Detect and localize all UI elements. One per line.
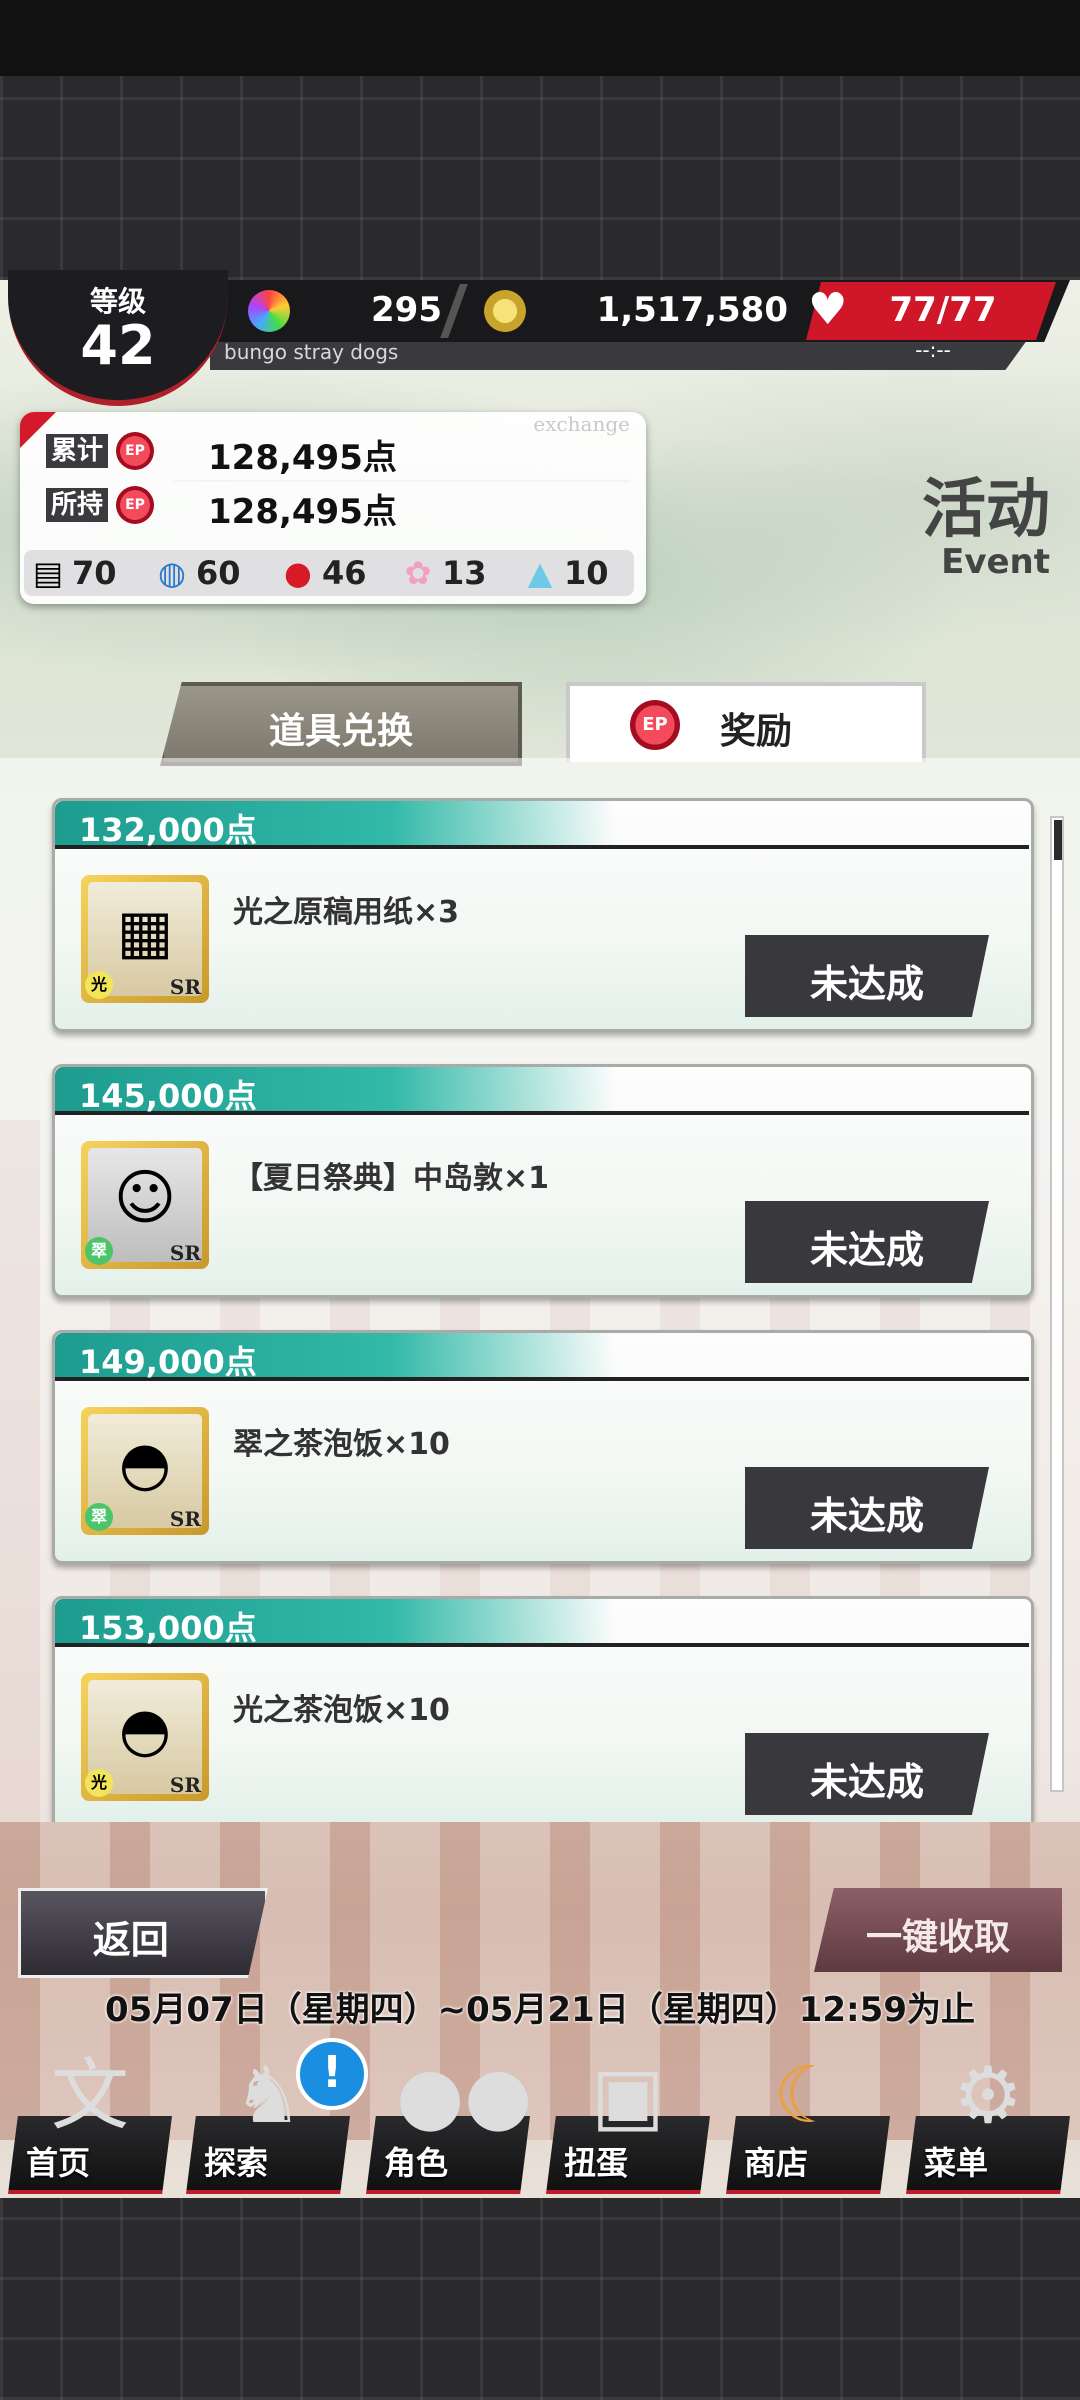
nav-shop[interactable]: ☾ 商店: [726, 2048, 890, 2194]
attribute-badge: 翠: [85, 1237, 113, 1265]
reward-card: 145,000点 ☺ 翠 SR 【夏日祭典】中岛敦×1 未达成: [52, 1064, 1034, 1298]
event-title: 活动: [922, 473, 1050, 547]
status-button[interactable]: 未达成: [745, 1733, 989, 1815]
fan-icon: ◍: [158, 554, 186, 592]
reward-points: 132,000点: [79, 811, 257, 849]
reward-card: 132,000点 ▦ 光 SR 光之原稿用纸×3 未达成: [52, 798, 1034, 1032]
box-icon: ▤: [32, 554, 64, 592]
item-count: 46: [322, 554, 367, 592]
nav-label: 菜单: [924, 2144, 989, 2182]
status-label: 未达成: [809, 1228, 924, 1272]
scrollbar-thumb[interactable]: [1054, 820, 1062, 860]
attribute-badge: 翠: [85, 1503, 113, 1531]
status-label: 未达成: [809, 1760, 924, 1804]
held-points: 128,495点: [208, 492, 397, 532]
tab-items-exchange[interactable]: 道具兑换: [160, 682, 522, 766]
top-letterbox: [0, 0, 1080, 280]
total-points-row: 累计 EP 128,495点: [36, 428, 636, 478]
pig-icon: ✿: [404, 554, 432, 592]
held-label: 所持: [46, 488, 108, 522]
stamina-timer: --:--: [915, 338, 951, 362]
item-count: 10: [564, 554, 609, 592]
home-icon: 文: [50, 2051, 129, 2141]
game-subtitle: bungo stray dogs: [224, 340, 399, 364]
gem-icon: [248, 290, 290, 332]
reward-points: 149,000点: [79, 1343, 257, 1381]
status-label: 未达成: [809, 1494, 924, 1538]
reward-thumbnail[interactable]: ▦ 光 SR: [81, 875, 209, 1003]
event-items-row: ▤ 70 ◍ 60 ● 46 ✿ 13 ▲ 10: [24, 550, 634, 596]
nav-label: 角色: [384, 2144, 449, 2182]
candy-apple-icon: ●: [284, 554, 312, 592]
back-label: 返回: [92, 1918, 169, 1962]
status-label: 未达成: [809, 962, 924, 1006]
attribute-badge: 光: [85, 971, 113, 999]
nav-home[interactable]: 文 首页: [8, 2048, 172, 2194]
reward-name: 【夏日祭典】中岛敦×1: [233, 1161, 550, 1196]
ep-icon: EP: [116, 432, 154, 470]
reward-thumbnail[interactable]: ☺ 翠 SR: [81, 1141, 209, 1269]
ep-icon: EP: [116, 486, 154, 524]
scrollbar[interactable]: [1050, 816, 1064, 1792]
reward-name: 光之原稿用纸×3: [233, 895, 460, 930]
reward-list[interactable]: 132,000点 ▦ 光 SR 光之原稿用纸×3 未达成 145,000点 ☺ …: [0, 758, 1080, 1822]
rarity-label: SR: [169, 975, 201, 999]
reward-name: 翠之茶泡饭×10: [233, 1427, 450, 1462]
gem-count: 295: [371, 290, 442, 330]
bottom-nav: 文 首页 ♞ 探索 ●● 角色 ▣ 扭蛋 ☾ 商店 ⚙ 菜单: [0, 2040, 1080, 2198]
bottom-letterbox: [0, 2198, 1080, 2400]
reward-thumbnail[interactable]: ◓ 翠 SR: [81, 1407, 209, 1535]
heart-icon: ♥: [808, 284, 848, 335]
nav-gacha[interactable]: ▣ 扭蛋: [546, 2048, 710, 2194]
reward-points: 153,000点: [79, 1609, 257, 1647]
nav-menu[interactable]: ⚙ 菜单: [906, 2048, 1070, 2194]
collect-all-button[interactable]: 一键收取: [814, 1888, 1062, 1972]
attribute-badge: 光: [85, 1769, 113, 1797]
ep-icon: EP: [630, 700, 680, 750]
nav-label: 首页: [26, 2144, 91, 2182]
coin-count: 1,517,580: [596, 290, 788, 330]
water-balloon-icon: ▲: [527, 554, 553, 592]
reward-card: 153,000点 ◓ 光 SR 光之茶泡饭×10 未达成: [52, 1596, 1034, 1822]
nav-label: 探索: [204, 2144, 269, 2182]
held-points-row: 所持 EP 128,495点: [36, 482, 636, 532]
collect-all-label: 一键收取: [865, 1917, 1010, 1958]
reward-thumbnail[interactable]: ◓ 光 SR: [81, 1673, 209, 1801]
tab-rewards[interactable]: EP 奖励: [566, 682, 926, 762]
reward-name: 光之茶泡饭×10: [233, 1693, 450, 1728]
status-button[interactable]: 未达成: [745, 1467, 989, 1549]
tab-label: 道具兑换: [268, 711, 413, 752]
coin-icon: [484, 290, 526, 332]
nav-label: 扭蛋: [564, 2144, 629, 2182]
rarity-label: SR: [169, 1773, 201, 1797]
explore-alert-icon: !: [296, 2038, 368, 2110]
item-count: 60: [196, 554, 241, 592]
total-points: 128,495点: [208, 438, 397, 478]
menu-gear-icon: ⚙: [953, 2051, 1023, 2141]
status-button[interactable]: 未达成: [745, 1201, 989, 1283]
nav-label: 商店: [744, 2144, 809, 2182]
stamina-value: 77/77: [889, 290, 997, 330]
level-value: 42: [80, 314, 156, 377]
item-count: 13: [442, 554, 487, 592]
reward-points: 145,000点: [79, 1077, 257, 1115]
tab-label: 奖励: [720, 711, 793, 752]
rarity-label: SR: [169, 1241, 201, 1265]
shop-icon: ☾: [773, 2051, 843, 2141]
event-period: 05月07日（星期四）~05月21日（星期四）12:59为止: [105, 1990, 975, 2030]
gacha-icon: ▣: [591, 2051, 665, 2141]
characters-icon: ●●: [396, 2051, 533, 2141]
status-button[interactable]: 未达成: [745, 935, 989, 1017]
nav-characters[interactable]: ●● 角色: [366, 2048, 533, 2194]
event-subtitle: Event: [941, 542, 1050, 582]
rarity-label: SR: [169, 1507, 201, 1531]
reward-card: 149,000点 ◓ 翠 SR 翠之茶泡饭×10 未达成: [52, 1330, 1034, 1564]
back-button[interactable]: 返回: [18, 1888, 268, 1978]
total-label: 累计: [46, 434, 108, 468]
item-count: 70: [72, 554, 117, 592]
